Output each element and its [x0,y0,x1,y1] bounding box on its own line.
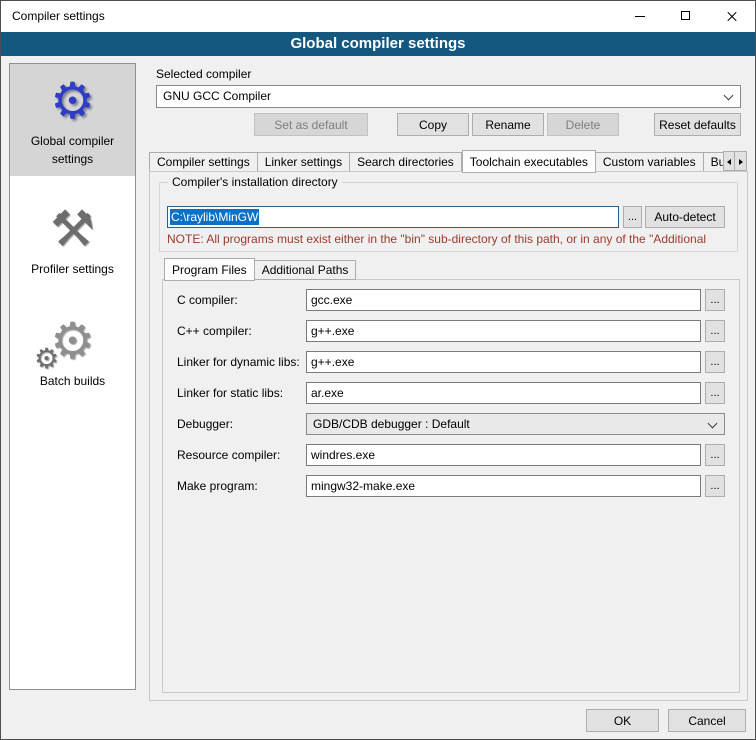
close-button[interactable] [709,1,755,32]
tab-scroll-buttons [723,151,747,171]
minimize-button[interactable] [617,1,663,32]
cpp-compiler-label: C++ compiler: [177,320,305,342]
tab-toolchain-executables[interactable]: Toolchain executables [462,150,596,173]
field-row-dynamic-linker: Linker for dynamic libs: ... [177,351,725,374]
browse-directory-button[interactable]: ... [623,206,642,228]
dynamic-linker-input[interactable] [306,351,701,373]
resource-compiler-browse-button[interactable]: ... [705,444,725,466]
batch-builds-gears-icon: ⚙ ⚙ [12,310,133,372]
reset-defaults-button[interactable]: Reset defaults [654,113,741,136]
make-program-label: Make program: [177,475,305,497]
titlebar[interactable]: Compiler settings [1,1,755,32]
selected-compiler-label: Selected compiler [156,67,251,81]
chevron-down-icon [724,91,734,101]
field-row-make-program: Make program: ... [177,475,725,498]
cpp-compiler-browse-button[interactable]: ... [705,320,725,342]
copy-button[interactable]: Copy [397,113,469,136]
maximize-icon [681,11,690,20]
field-row-debugger: Debugger: GDB/CDB debugger : Default [177,413,725,436]
static-linker-browse-button[interactable]: ... [705,382,725,404]
program-files-tabstrip: Program Files Additional Paths [164,258,356,280]
debugger-dropdown[interactable]: GDB/CDB debugger : Default [306,413,725,435]
minimize-icon [635,16,645,17]
auto-detect-button[interactable]: Auto-detect [645,206,725,228]
static-linker-label: Linker for static libs: [177,382,305,404]
sidebar-item-label: Global compiler settings [31,134,114,166]
settings-tabstrip: Compiler settings Linker settings Search… [149,149,738,172]
selected-compiler-dropdown[interactable]: GNU GCC Compiler [156,85,741,108]
field-row-resource-compiler: Resource compiler: ... [177,444,725,467]
rename-button[interactable]: Rename [472,113,544,136]
delete-button[interactable]: Delete [547,113,619,136]
resource-compiler-label: Resource compiler: [177,444,305,466]
field-row-static-linker: Linker for static libs: ... [177,382,725,405]
installation-directory-input[interactable]: C:\raylib\MinGW [167,206,619,228]
tab-custom-variables[interactable]: Custom variables [596,152,704,172]
c-compiler-input[interactable] [306,289,701,311]
resource-compiler-input[interactable] [306,444,701,466]
dynamic-linker-browse-button[interactable]: ... [705,351,725,373]
compiler-settings-window: Compiler settings Global compiler settin… [0,0,756,740]
arrow-left-icon [727,159,731,165]
sidebar-item-batch-builds[interactable]: ⚙ ⚙ Batch builds [10,304,135,398]
page-title: Global compiler settings [1,32,755,56]
installation-directory-group-title: Compiler's installation directory [168,175,342,189]
subtab-program-files[interactable]: Program Files [164,258,255,281]
sidebar-item-label: Profiler settings [31,262,114,276]
window-controls [617,1,755,32]
tab-compiler-settings[interactable]: Compiler settings [149,152,258,172]
debugger-label: Debugger: [177,413,305,435]
tab-scroll-left-button[interactable] [723,151,735,171]
make-program-browse-button[interactable]: ... [705,475,725,497]
bin-subdirectory-note: NOTE: All programs must exist either in … [167,232,742,246]
debugger-value: GDB/CDB debugger : Default [313,414,470,435]
set-as-default-button[interactable]: Set as default [254,113,368,136]
chevron-down-icon [708,419,718,429]
field-row-c-compiler: C compiler: ... [177,289,725,312]
maximize-button[interactable] [663,1,709,32]
tab-scroll-right-button[interactable] [735,151,747,171]
tab-linker-settings[interactable]: Linker settings [258,152,350,172]
arrow-right-icon [739,159,743,165]
installation-directory-value: C:\raylib\MinGW [170,209,259,225]
profiler-tool-icon: ⚒ [12,198,133,260]
ok-button[interactable]: OK [586,709,659,732]
static-linker-input[interactable] [306,382,701,404]
sidebar-item-profiler-settings[interactable]: ⚒ Profiler settings [10,192,135,286]
make-program-input[interactable] [306,475,701,497]
c-compiler-browse-button[interactable]: ... [705,289,725,311]
selected-compiler-value: GNU GCC Compiler [163,86,271,107]
cancel-button[interactable]: Cancel [668,709,746,732]
settings-category-list: ⚙ Global compiler settings ⚒ Profiler se… [9,63,136,690]
cpp-compiler-input[interactable] [306,320,701,342]
dynamic-linker-label: Linker for dynamic libs: [177,351,305,373]
tab-search-directories[interactable]: Search directories [350,152,462,172]
sidebar-item-global-compiler-settings[interactable]: ⚙ Global compiler settings [10,64,135,176]
field-row-cpp-compiler: C++ compiler: ... [177,320,725,343]
subtab-additional-paths[interactable]: Additional Paths [255,260,357,280]
window-title: Compiler settings [12,1,105,32]
gear-icon: ⚙ [12,70,133,132]
c-compiler-label: C compiler: [177,289,305,311]
